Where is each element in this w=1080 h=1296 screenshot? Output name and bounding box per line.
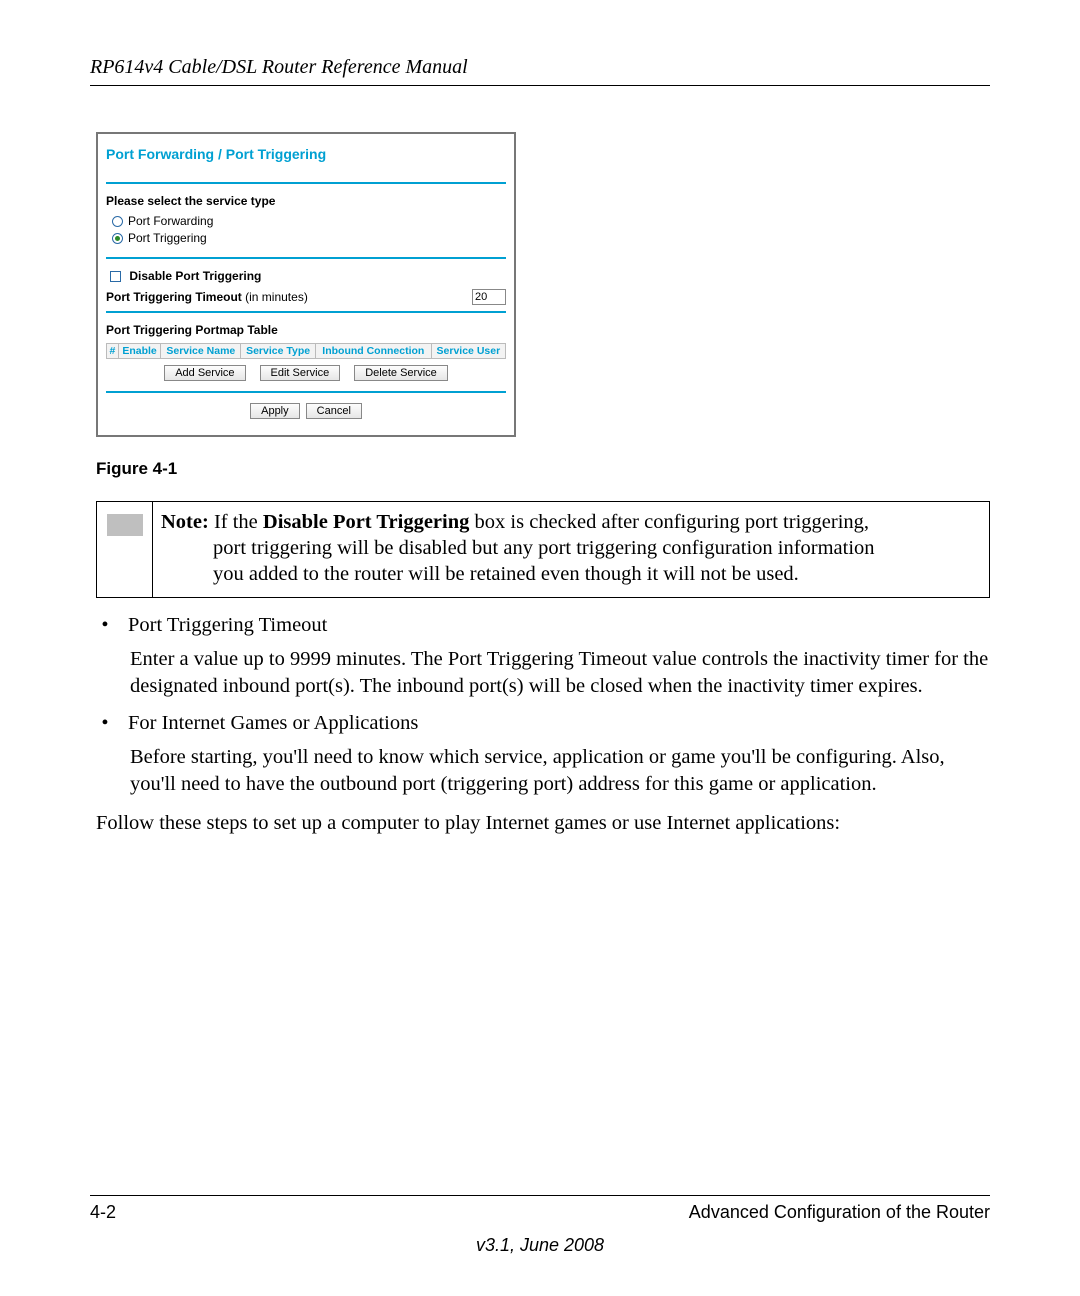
section-title: Advanced Configuration of the Router	[689, 1202, 990, 1223]
th-service-type: Service Type	[241, 344, 316, 359]
router-ui-panel: Port Forwarding / Port Triggering Please…	[96, 132, 516, 437]
apply-cancel-row: Apply Cancel	[106, 403, 506, 419]
delete-service-button[interactable]: Delete Service	[354, 365, 448, 381]
radio-port-forwarding[interactable]: Port Forwarding	[112, 214, 506, 228]
divider	[106, 257, 506, 259]
note-icon	[107, 514, 143, 536]
bullet-body: Before starting, you'll need to know whi…	[130, 744, 990, 797]
portmap-table: # Enable Service Name Service Type Inbou…	[106, 343, 506, 359]
timeout-label: Port Triggering Timeout (in minutes)	[106, 290, 308, 304]
th-index: #	[107, 344, 119, 359]
bullet-icon: •	[96, 710, 114, 737]
note-icon-cell	[97, 502, 153, 597]
list-item: • Port Triggering Timeout	[96, 612, 990, 639]
apply-button[interactable]: Apply	[250, 403, 300, 419]
timeout-input[interactable]: 20	[472, 289, 506, 305]
radio-label: Port Forwarding	[128, 214, 213, 228]
page-footer: 4-2 Advanced Configuration of the Router…	[90, 1195, 990, 1256]
th-inbound: Inbound Connection	[315, 344, 431, 359]
edit-service-button[interactable]: Edit Service	[260, 365, 341, 381]
checkbox-icon	[110, 271, 121, 282]
bullet-list: • Port Triggering Timeout Enter a value …	[96, 606, 990, 798]
radio-icon	[112, 216, 123, 227]
portmap-label: Port Triggering Portmap Table	[106, 323, 506, 337]
note-text: Note: If the Disable Port Triggering box…	[153, 502, 883, 597]
radio-port-triggering[interactable]: Port Triggering	[112, 231, 506, 245]
page-number: 4-2	[90, 1202, 116, 1223]
list-item: • For Internet Games or Applications	[96, 710, 990, 737]
divider	[106, 391, 506, 393]
note-box: Note: If the Disable Port Triggering box…	[96, 501, 990, 598]
followup-paragraph: Follow these steps to set up a computer …	[96, 812, 990, 835]
timeout-row: Port Triggering Timeout (in minutes) 20	[106, 289, 506, 305]
bullet-title: For Internet Games or Applications	[128, 710, 418, 737]
th-enable: Enable	[118, 344, 161, 359]
table-header-row: # Enable Service Name Service Type Inbou…	[107, 344, 506, 359]
bullet-title: Port Triggering Timeout	[128, 612, 327, 639]
divider	[106, 311, 506, 313]
running-header: RP614v4 Cable/DSL Router Reference Manua…	[90, 56, 990, 86]
disable-label: Disable Port Triggering	[129, 269, 261, 283]
radio-icon	[112, 233, 123, 244]
add-service-button[interactable]: Add Service	[164, 365, 245, 381]
radio-label: Port Triggering	[128, 231, 207, 245]
bullet-icon: •	[96, 612, 114, 639]
panel-title: Port Forwarding / Port Triggering	[106, 142, 506, 180]
th-service-user: Service User	[431, 344, 505, 359]
th-service-name: Service Name	[161, 344, 241, 359]
service-button-row: Add Service Edit Service Delete Service	[106, 365, 506, 381]
figure-caption: Figure 4-1	[96, 459, 990, 479]
service-type-label: Please select the service type	[106, 194, 506, 208]
cancel-button[interactable]: Cancel	[306, 403, 362, 419]
divider	[106, 182, 506, 184]
bullet-body: Enter a value up to 9999 minutes. The Po…	[130, 646, 990, 699]
version-line: v3.1, June 2008	[90, 1235, 990, 1256]
disable-checkbox-row[interactable]: Disable Port Triggering	[110, 269, 506, 283]
